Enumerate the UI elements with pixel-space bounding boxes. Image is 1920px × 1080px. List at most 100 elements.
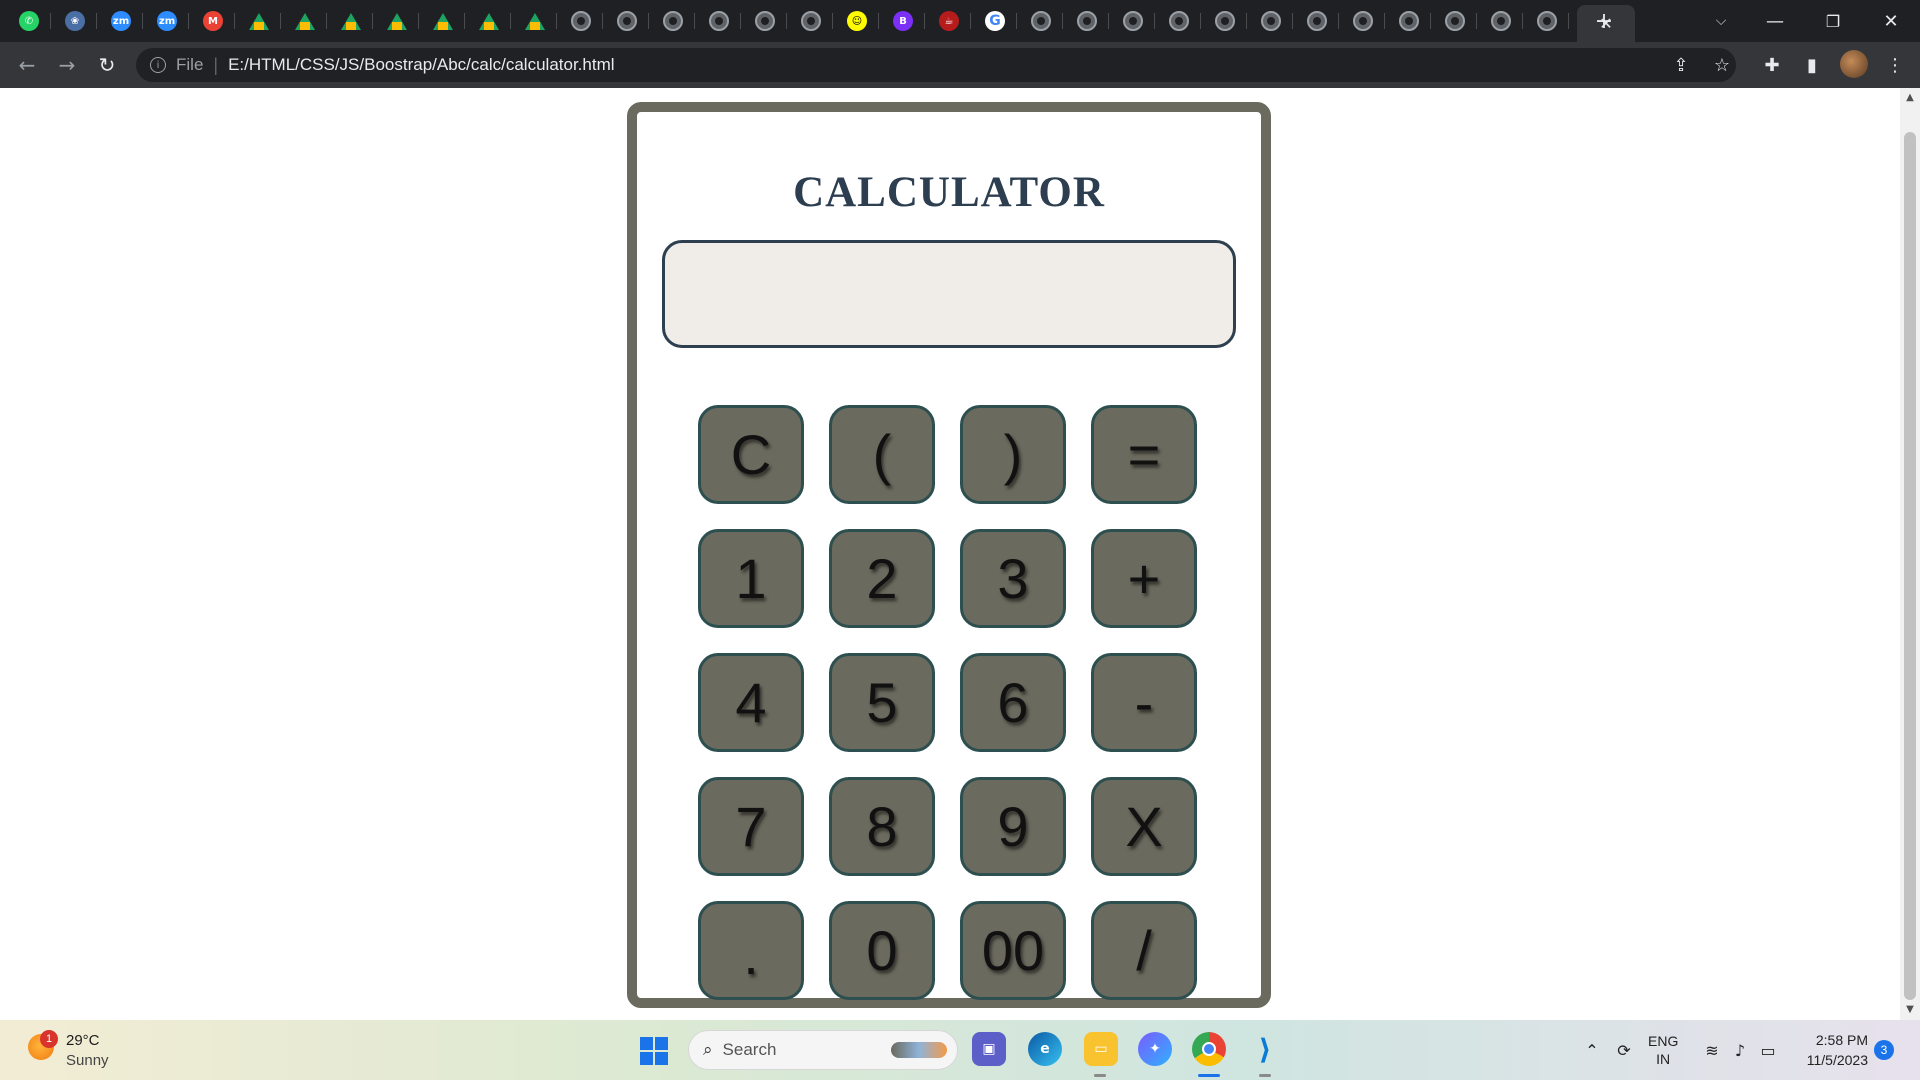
teams-chat-icon[interactable]: ▣ [972, 1032, 1006, 1066]
browser-tab[interactable] [375, 5, 419, 37]
tab-search-chevron-icon[interactable]: ⌵ [1706, 0, 1736, 42]
browser-tab[interactable]: B [881, 5, 925, 37]
globe-icon [1215, 11, 1235, 31]
calculator-key[interactable]: 00 [960, 901, 1066, 1000]
browser-tab[interactable] [1479, 5, 1523, 37]
close-window-button[interactable]: ✕ [1876, 0, 1906, 42]
browser-tab[interactable] [329, 5, 373, 37]
battery-icon[interactable]: ▭ [1756, 1020, 1780, 1080]
calculator-key[interactable]: ) [960, 405, 1066, 504]
browser-tab[interactable] [421, 5, 465, 37]
browser-tab[interactable] [697, 5, 741, 37]
calculator-key[interactable]: 1 [698, 529, 804, 628]
calculator-key[interactable]: C [698, 405, 804, 504]
browser-tab[interactable]: ❀ [53, 5, 97, 37]
browser-tab[interactable] [237, 5, 281, 37]
browser-tab[interactable] [1249, 5, 1293, 37]
calculator-key[interactable]: ( [829, 405, 935, 504]
browser-tab[interactable] [1065, 5, 1109, 37]
browser-tab[interactable]: G [973, 5, 1017, 37]
system-clock[interactable]: 2:58 PM 11/5/2023 [1788, 1030, 1868, 1070]
browser-menu-icon[interactable]: ⋮ [1880, 50, 1910, 80]
show-hidden-icons-chevron-icon[interactable]: ⌃ [1580, 1020, 1604, 1080]
browser-tab[interactable] [1433, 5, 1477, 37]
browser-tab[interactable] [605, 5, 649, 37]
copilot-app-icon[interactable]: ✦ [1138, 1032, 1172, 1066]
notification-count-badge[interactable]: 3 [1874, 1040, 1894, 1060]
sync-icon[interactable]: ⟳ [1610, 1020, 1638, 1080]
calculator-key[interactable]: . [698, 901, 804, 1000]
restore-button[interactable]: ❐ [1818, 0, 1848, 42]
new-tab-button[interactable]: + [1586, 0, 1622, 42]
browser-tab[interactable] [789, 5, 833, 37]
side-panel-icon[interactable]: ▮ [1797, 50, 1827, 80]
browser-tab[interactable] [743, 5, 787, 37]
calculator-key[interactable]: 8 [829, 777, 935, 876]
calculator-key[interactable]: 4 [698, 653, 804, 752]
forward-arrow-icon[interactable]: → [52, 50, 82, 80]
calculator-key[interactable]: - [1091, 653, 1197, 752]
tab-separator [740, 13, 741, 29]
calculator-key[interactable]: 5 [829, 653, 935, 752]
site-info-icon[interactable]: i [150, 57, 166, 73]
calculator-key[interactable]: 9 [960, 777, 1066, 876]
browser-tab[interactable]: M [191, 5, 235, 37]
calculator-key[interactable]: 6 [960, 653, 1066, 752]
browser-tab[interactable] [1295, 5, 1339, 37]
browser-tab[interactable] [283, 5, 327, 37]
volume-icon[interactable]: ♪ [1728, 1020, 1752, 1080]
page-scrollbar[interactable]: ▲ ▼ [1900, 88, 1920, 1020]
edge-browser-icon[interactable]: e [1028, 1032, 1062, 1066]
browser-tab[interactable] [1387, 5, 1431, 37]
profile-avatar[interactable] [1840, 50, 1868, 78]
address-bar[interactable]: i File | E:/HTML/CSS/JS/Boostrap/Abc/cal… [136, 48, 1736, 82]
browser-tab[interactable]: ✆ [7, 5, 51, 37]
share-icon[interactable]: ⇪ [1666, 50, 1696, 80]
calculator-key[interactable]: 2 [829, 529, 935, 628]
browser-tab[interactable] [559, 5, 603, 37]
calculator-display[interactable] [662, 240, 1236, 348]
calculator-key[interactable]: 3 [960, 529, 1066, 628]
scroll-up-arrow-icon[interactable]: ▲ [1904, 92, 1916, 104]
browser-tab[interactable] [1341, 5, 1385, 37]
calculator-key[interactable]: / [1091, 901, 1197, 1000]
minimize-button[interactable]: — [1760, 0, 1790, 42]
scroll-down-arrow-icon[interactable]: ▼ [1904, 1004, 1916, 1016]
bookmark-star-icon[interactable]: ☆ [1707, 50, 1737, 80]
browser-tab[interactable] [1019, 5, 1063, 37]
browser-tab[interactable] [513, 5, 557, 37]
weather-badge: 1 [40, 1030, 58, 1048]
weather-condition[interactable]: Sunny [66, 1052, 109, 1069]
calculator-key[interactable]: = [1091, 405, 1197, 504]
browser-tab[interactable] [651, 5, 695, 37]
address-url[interactable]: E:/HTML/CSS/JS/Boostrap/Abc/calc/calcula… [228, 55, 614, 75]
globe-icon [1031, 11, 1051, 31]
browser-tab[interactable]: ☺ [835, 5, 879, 37]
browser-tab[interactable] [467, 5, 511, 37]
vscode-icon[interactable]: ⟩ [1248, 1032, 1282, 1066]
back-arrow-icon[interactable]: ← [12, 50, 42, 80]
calculator-key[interactable]: 7 [698, 777, 804, 876]
tab-separator [1200, 13, 1201, 29]
language-indicator[interactable]: ENG IN [1648, 1032, 1678, 1068]
file-explorer-icon[interactable]: ▭ [1084, 1032, 1118, 1066]
browser-tab[interactable] [1157, 5, 1201, 37]
browser-tab[interactable] [1203, 5, 1247, 37]
windows-start-icon[interactable] [640, 1037, 668, 1065]
chrome-browser-icon[interactable] [1192, 1032, 1226, 1066]
browser-tab[interactable]: zm [99, 5, 143, 37]
browser-tab[interactable] [1525, 5, 1569, 37]
reload-icon[interactable]: ↻ [92, 50, 122, 80]
calculator-key[interactable]: + [1091, 529, 1197, 628]
wifi-icon[interactable]: ≋ [1700, 1020, 1724, 1080]
calculator-key[interactable]: X [1091, 777, 1197, 876]
calculator-key[interactable]: 0 [829, 901, 935, 1000]
browser-tab[interactable]: zm [145, 5, 189, 37]
b-icon: B [893, 11, 913, 31]
browser-tab[interactable]: ☕ [927, 5, 971, 37]
extensions-puzzle-icon[interactable]: ✚ [1757, 50, 1787, 80]
browser-tab[interactable] [1111, 5, 1155, 37]
weather-temperature[interactable]: 29°C [66, 1032, 100, 1049]
taskbar-search-box[interactable]: ⌕ Search [688, 1030, 958, 1070]
scrollbar-thumb[interactable] [1904, 132, 1916, 1000]
